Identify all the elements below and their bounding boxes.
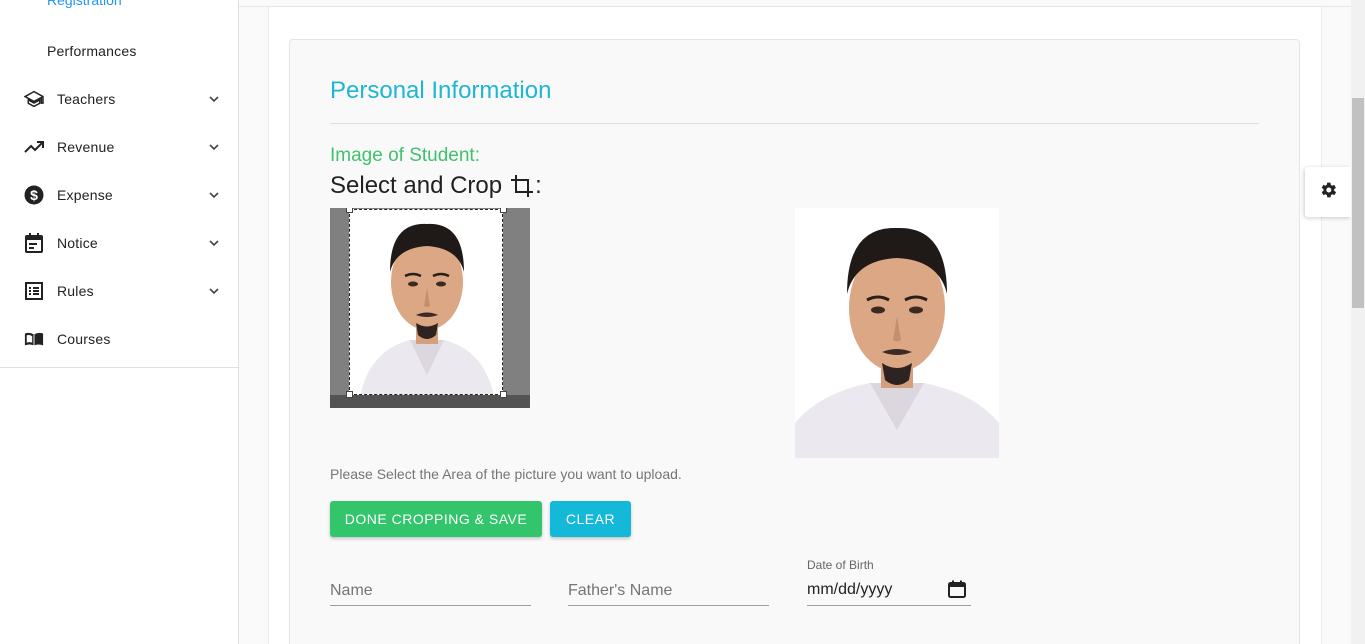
- sidebar-item-label: Expense: [57, 187, 113, 203]
- sidebar-item-courses[interactable]: Courses: [0, 315, 238, 363]
- crop-selection-box[interactable]: [349, 209, 503, 395]
- sidebar-item-teachers[interactable]: Teachers: [0, 75, 238, 123]
- image-cropper[interactable]: [330, 208, 530, 408]
- fathers-name-field[interactable]: Father's Name: [568, 574, 769, 606]
- cropped-preview: [795, 208, 999, 458]
- clear-button[interactable]: CLEAR: [550, 501, 631, 537]
- book-icon: [24, 329, 44, 349]
- chevron-down-icon: [208, 189, 220, 201]
- crop-title: Select and Crop :: [330, 172, 542, 200]
- date-of-birth-field[interactable]: mm/dd/yyyy: [807, 574, 971, 606]
- sidebar-item-registration[interactable]: Registration: [47, 0, 122, 8]
- gear-icon: [1318, 180, 1338, 205]
- image-label: Image of Student:: [330, 145, 480, 166]
- name-placeholder: Name: [330, 582, 373, 599]
- crop-handle[interactable]: [346, 208, 353, 213]
- sidebar-item-rules[interactable]: Rules: [0, 267, 238, 315]
- sidebar-divider: [0, 367, 238, 368]
- crop-title-text: Select and Crop: [330, 172, 503, 199]
- dob-label: Date of Birth: [807, 558, 874, 572]
- sidebar-item-label: Notice: [57, 235, 98, 251]
- fathers-name-placeholder: Father's Name: [568, 582, 673, 599]
- sidebar-item-label: Courses: [57, 331, 111, 347]
- sidebar-item-revenue[interactable]: Revenue: [0, 123, 238, 171]
- sidebar-item-label: Rules: [57, 283, 94, 299]
- chevron-down-icon: [208, 285, 220, 297]
- section-divider: [330, 123, 1259, 124]
- student-photo-preview: [795, 208, 999, 458]
- sidebar-item-label: Teachers: [57, 91, 116, 107]
- crop-handle[interactable]: [500, 208, 507, 213]
- svg-text:$: $: [30, 187, 38, 203]
- sidebar-item-label: Revenue: [57, 139, 115, 155]
- chevron-down-icon: [208, 237, 220, 249]
- done-cropping-save-button[interactable]: DONE CROPPING & SAVE: [330, 501, 542, 537]
- student-photo-crop: [350, 210, 502, 394]
- section-title: Personal Information: [330, 77, 552, 104]
- crop-handle[interactable]: [500, 391, 507, 398]
- sidebar: Registration Performances Teachers Reven…: [0, 0, 239, 644]
- dob-value: mm/dd/yyyy: [807, 581, 893, 598]
- name-field[interactable]: Name: [330, 574, 531, 606]
- trending-up-icon: [24, 137, 44, 157]
- dollar-circle-icon: $: [24, 185, 44, 205]
- crop-hint: Please Select the Area of the picture yo…: [330, 466, 682, 482]
- chevron-down-icon: [208, 141, 220, 153]
- calendar-picker-icon[interactable]: [948, 580, 966, 598]
- list-icon: [24, 281, 44, 301]
- settings-button[interactable]: [1305, 167, 1351, 217]
- chevron-down-icon: [208, 93, 220, 105]
- crop-icon: [510, 174, 534, 198]
- sidebar-item-expense[interactable]: $ Expense: [0, 171, 238, 219]
- scrollbar-thumb[interactable]: [1352, 98, 1364, 308]
- scrollbar-track[interactable]: [1351, 0, 1365, 644]
- crop-title-colon: :: [535, 172, 542, 199]
- sidebar-item-performances[interactable]: Performances: [47, 43, 137, 59]
- sidebar-item-notice[interactable]: Notice: [0, 219, 238, 267]
- crop-handle[interactable]: [346, 391, 353, 398]
- calendar-icon: [24, 233, 44, 253]
- graduation-cap-icon: [24, 89, 44, 109]
